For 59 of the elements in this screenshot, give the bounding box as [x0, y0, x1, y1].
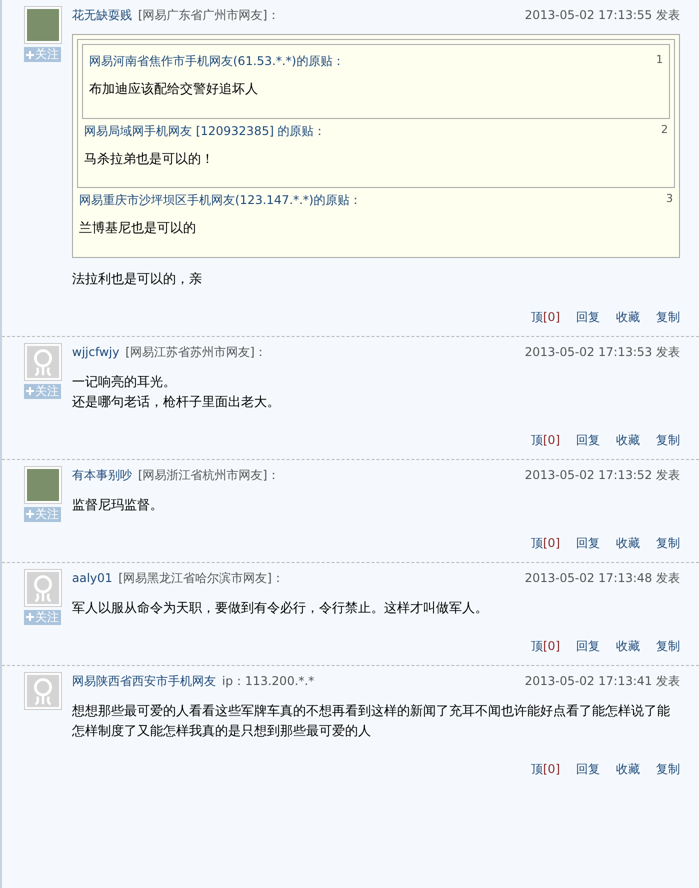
quote-number: 1	[656, 52, 663, 68]
action-link[interactable]: 复制	[656, 636, 680, 654]
quote-text: 兰博基尼也是可以的	[79, 220, 197, 238]
user-location: [网易黑龙江省哈尔滨市网友]：	[118, 570, 284, 586]
action-link[interactable]: 回复	[576, 636, 600, 654]
post-text: 法拉利也是可以的，亲	[72, 270, 203, 288]
quote-text: 马杀拉弟也是可以的！	[84, 150, 215, 168]
action-link[interactable]: 回复	[576, 534, 600, 552]
vote-link[interactable]: 顶[0]	[531, 430, 560, 448]
post-text: 还是哪句老话，枪杆子里面出老大。	[72, 394, 281, 412]
quote-header: 网易河南省焦作市手机网友(61.53.*.*)的原贴：	[89, 53, 344, 70]
vote-link[interactable]: 顶[0]	[531, 534, 560, 552]
default-avatar-icon	[24, 342, 62, 380]
vote-link[interactable]: 顶[0]	[531, 760, 560, 778]
avatar-photo-placeholder	[24, 6, 62, 44]
quote-text: 布加迪应该配给交警好追坏人	[89, 81, 259, 99]
vote-link[interactable]: 顶[0]	[531, 636, 560, 654]
post-timestamp: 2013-05-02 17:13:53 发表	[524, 344, 680, 360]
action-link[interactable]: 回复	[576, 760, 600, 778]
action-link[interactable]: 复制	[656, 534, 680, 552]
plus-icon	[26, 50, 34, 58]
action-link[interactable]: 复制	[656, 760, 680, 778]
plus-icon	[26, 510, 34, 518]
quote-number: 3	[666, 191, 673, 207]
post-timestamp: 2013-05-02 17:13:41 发表	[524, 672, 680, 690]
user-location: [网易浙江省杭州市网友]：	[138, 466, 280, 484]
action-link[interactable]: 收藏	[616, 534, 640, 552]
quote-header: 网易局域网手机网友 [120932385] 的原贴：	[84, 122, 326, 140]
action-link[interactable]: 复制	[656, 430, 680, 448]
quote-header: 网易重庆市沙坪坝区手机网友(123.147.*.*)的原贴：	[79, 192, 362, 209]
action-link[interactable]: 回复	[576, 430, 600, 448]
action-link[interactable]: 收藏	[616, 308, 640, 326]
vote-link[interactable]: 顶[0]	[531, 308, 560, 326]
post-timestamp: 2013-05-02 17:13:55 发表	[524, 7, 680, 24]
post-timestamp: 2013-05-02 17:13:52 发表	[524, 466, 680, 484]
user-location: ip：113.200.*.*	[222, 672, 314, 690]
action-link[interactable]: 复制	[656, 308, 680, 326]
username-link[interactable]: 花无缺耍贱	[72, 6, 132, 24]
default-avatar-icon	[24, 672, 62, 710]
post-timestamp: 2013-05-02 17:13:48 发表	[524, 570, 680, 586]
username-link[interactable]: aaly01	[72, 568, 112, 586]
action-link[interactable]: 收藏	[616, 636, 640, 654]
post-text: 军人以服从命令为天职，要做到有令必行，令行禁止。这样才叫做军人。	[72, 600, 489, 618]
username-link[interactable]: wjjcfwjy	[72, 342, 120, 360]
user-location: [网易广东省广州市网友]：	[138, 7, 280, 24]
action-link[interactable]: 回复	[576, 308, 600, 326]
quote-number: 2	[661, 122, 668, 138]
plus-icon	[26, 387, 34, 395]
username-link[interactable]: 网易陕西省西安市手机网友	[72, 672, 216, 690]
avatar-photo-placeholder	[24, 466, 62, 504]
username-link[interactable]: 有本事别吵	[72, 466, 132, 484]
action-link[interactable]: 收藏	[616, 430, 640, 448]
user-location: [网易江苏省苏州市网友]：	[125, 344, 267, 360]
post-text: 一记响亮的耳光。	[72, 374, 177, 392]
post-text: 监督尼玛监督。	[72, 496, 164, 514]
post-text: 想想那些最可爱的人看看这些军牌车真的不想再看到这样的新闻了充耳不闻也许能好点看了能怎样说了能怎样制度了又能怎样我真的是只想到那些最可爱的人	[72, 702, 671, 740]
plus-icon	[26, 613, 34, 621]
action-link[interactable]: 收藏	[616, 760, 640, 778]
default-avatar-icon	[24, 568, 62, 606]
